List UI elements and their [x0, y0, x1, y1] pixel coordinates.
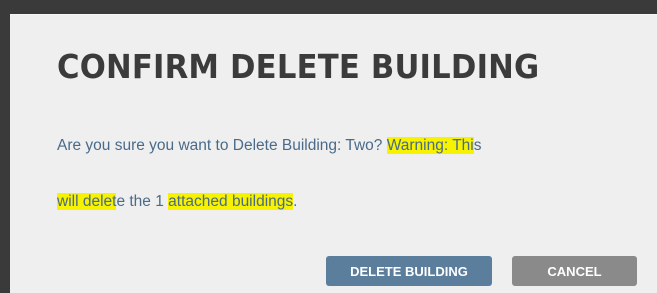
- dialog-message: Are you sure you want to Delete Building…: [57, 118, 627, 230]
- message-text-3: e the 1: [116, 193, 169, 210]
- dialog-title: CONFIRM DELETE BUILDING: [57, 47, 540, 86]
- message-text-4: .: [293, 193, 298, 210]
- warning-highlight-2: will delet: [57, 193, 117, 210]
- warning-highlight-1: Warning: Thi: [386, 137, 474, 154]
- message-text-1: Are you sure you want to Delete Building…: [57, 137, 387, 154]
- delete-building-button[interactable]: DELETE BUILDING: [326, 256, 492, 286]
- cancel-button[interactable]: CANCEL: [512, 256, 637, 286]
- message-text-2: s: [473, 137, 486, 154]
- confirm-delete-dialog: CONFIRM DELETE BUILDING Are you sure you…: [10, 14, 657, 293]
- warning-highlight-3: attached buildings: [168, 193, 294, 210]
